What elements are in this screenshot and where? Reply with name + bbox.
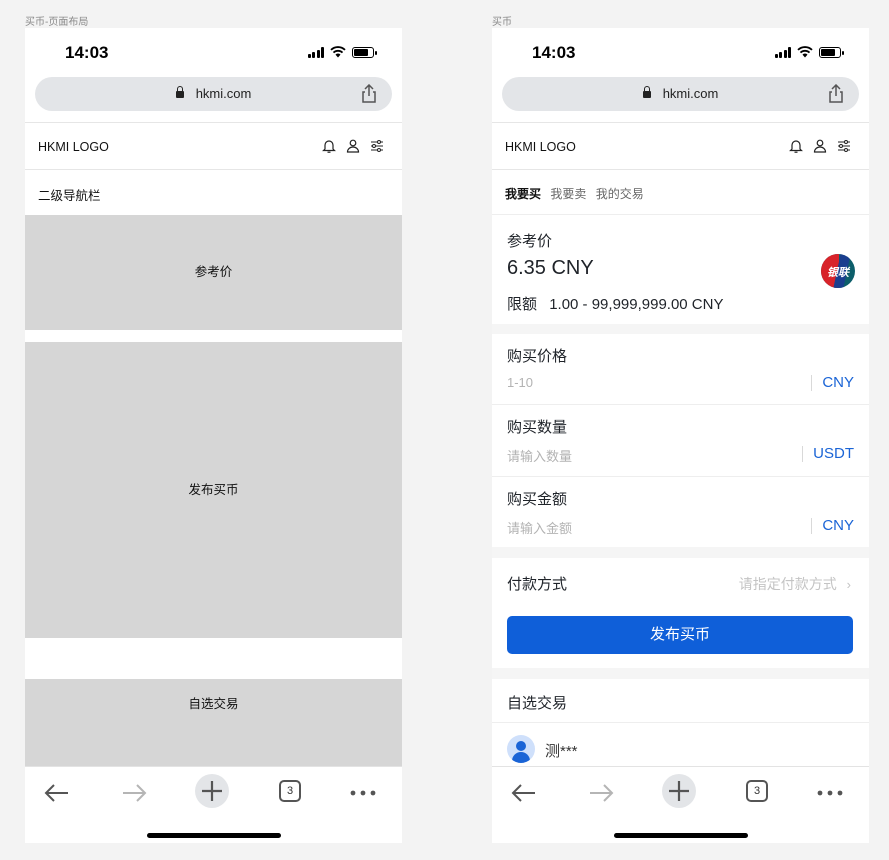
- site-logo[interactable]: HKMI LOGO: [505, 140, 576, 154]
- lock-icon: [642, 86, 651, 98]
- block-selected-trades: 自选交易: [25, 679, 402, 766]
- back-arrow-icon[interactable]: [509, 777, 539, 809]
- frame-label-layout: 买币-页面布局: [25, 17, 89, 28]
- settings-sliders-icon[interactable]: [370, 138, 384, 154]
- back-arrow-icon[interactable]: [42, 777, 72, 809]
- block-post-buy: 发布买币: [25, 342, 402, 638]
- share-icon[interactable]: [827, 84, 845, 104]
- address-bar[interactable]: hkmi.com: [35, 77, 392, 111]
- avatar[interactable]: [507, 735, 535, 763]
- settings-sliders-icon[interactable]: [837, 138, 851, 154]
- trader-name[interactable]: 测***: [545, 740, 578, 761]
- trade-tabs: 我要买 我要卖 我的交易: [505, 185, 644, 202]
- phone-buy: 14:03 hkmi.com HKMI LOGO 我要买 我要卖 我的交易 参考…: [492, 28, 869, 843]
- tab-count-button[interactable]: 3: [746, 780, 768, 802]
- secondary-nav: 二级导航栏: [25, 170, 402, 215]
- signal-icon: [774, 46, 791, 58]
- forward-arrow-icon[interactable]: [586, 777, 616, 809]
- user-icon[interactable]: [346, 138, 360, 154]
- battery-icon: [819, 46, 844, 58]
- new-tab-plus-icon[interactable]: [194, 773, 230, 809]
- browser-toolbar: 3: [25, 766, 402, 843]
- tab-count-button[interactable]: 3: [279, 780, 301, 802]
- secondary-nav-label: 二级导航栏: [38, 189, 101, 203]
- block-reference-price: 参考价: [25, 215, 402, 330]
- selected-trades-title: 自选交易: [507, 695, 568, 712]
- signal-icon: [307, 46, 324, 58]
- wifi-icon: [330, 46, 346, 58]
- frame-label-buy: 买币: [492, 17, 512, 28]
- status-bar: 14:03: [25, 28, 402, 76]
- payment-placeholder: 请指定付款方式: [738, 576, 837, 592]
- url-text: hkmi.com: [195, 86, 252, 101]
- reference-section: 我要买 我要卖 我的交易 参考价 6.35 CNY 限额 1.00 - 99,9…: [492, 170, 869, 324]
- site-logo[interactable]: HKMI LOGO: [38, 140, 109, 154]
- site-header: HKMI LOGO: [492, 122, 869, 170]
- selected-trades-section: 自选交易 测***: [492, 679, 869, 766]
- unionpay-logo: 银联: [821, 254, 855, 288]
- more-menu-icon[interactable]: [816, 777, 844, 809]
- status-bar: 14:03: [492, 28, 869, 76]
- tab-sell[interactable]: 我要卖: [550, 187, 586, 201]
- bell-icon[interactable]: [789, 138, 803, 154]
- price-input[interactable]: 1-10: [507, 375, 533, 390]
- quantity-unit: USDT: [802, 446, 854, 462]
- bell-icon[interactable]: [322, 138, 336, 154]
- share-icon[interactable]: [360, 84, 378, 104]
- status-time: 14:03: [65, 43, 109, 62]
- lock-icon: [175, 86, 184, 98]
- payment-selector[interactable]: 请指定付款方式 ›: [739, 574, 851, 594]
- tab-buy[interactable]: 我要买: [505, 187, 541, 201]
- limit-value: 1.00 - 99,999,999.00 CNY: [549, 296, 724, 313]
- wifi-icon: [797, 46, 813, 58]
- home-indicator: [147, 833, 281, 838]
- address-bar[interactable]: hkmi.com: [502, 77, 859, 111]
- new-tab-plus-icon[interactable]: [661, 773, 697, 809]
- forward-arrow-icon[interactable]: [119, 777, 149, 809]
- chevron-right-icon: ›: [846, 577, 851, 592]
- url-text: hkmi.com: [662, 86, 719, 101]
- more-menu-icon[interactable]: [349, 777, 377, 809]
- price-unit: CNY: [811, 375, 854, 391]
- status-time: 14:03: [532, 43, 576, 62]
- home-indicator: [614, 833, 748, 838]
- phone-wireframe: 14:03 hkmi.com HKMI LOGO 二级导航栏 参考价 发布买币 …: [25, 28, 402, 843]
- user-icon[interactable]: [813, 138, 827, 154]
- battery-icon: [352, 46, 377, 58]
- amount-input[interactable]: 请输入金额: [507, 518, 572, 537]
- payment-label: 付款方式: [507, 576, 568, 593]
- tab-my-trades[interactable]: 我的交易: [596, 187, 644, 201]
- post-buy-button[interactable]: 发布买币: [507, 616, 853, 654]
- buy-form: 购买价格 1-10 CNY 购买数量 请输入数量 USDT 购买金额 请输入金额…: [492, 334, 869, 547]
- limit-row: 限额 1.00 - 99,999,999.00 CNY: [507, 293, 723, 314]
- quantity-input[interactable]: 请输入数量: [507, 446, 572, 465]
- price-label: 购买价格: [507, 348, 568, 365]
- reference-title: 参考价: [507, 233, 553, 250]
- quantity-label: 购买数量: [507, 419, 568, 436]
- browser-toolbar: 3: [492, 766, 869, 843]
- site-header: HKMI LOGO: [25, 122, 402, 170]
- reference-price: 6.35 CNY: [507, 257, 594, 279]
- amount-unit: CNY: [811, 518, 854, 534]
- payment-section: 付款方式 请指定付款方式 › 发布买币: [492, 558, 869, 668]
- amount-label: 购买金额: [507, 491, 568, 508]
- limit-label: 限额: [507, 296, 538, 313]
- unionpay-text: 银联: [827, 267, 849, 279]
